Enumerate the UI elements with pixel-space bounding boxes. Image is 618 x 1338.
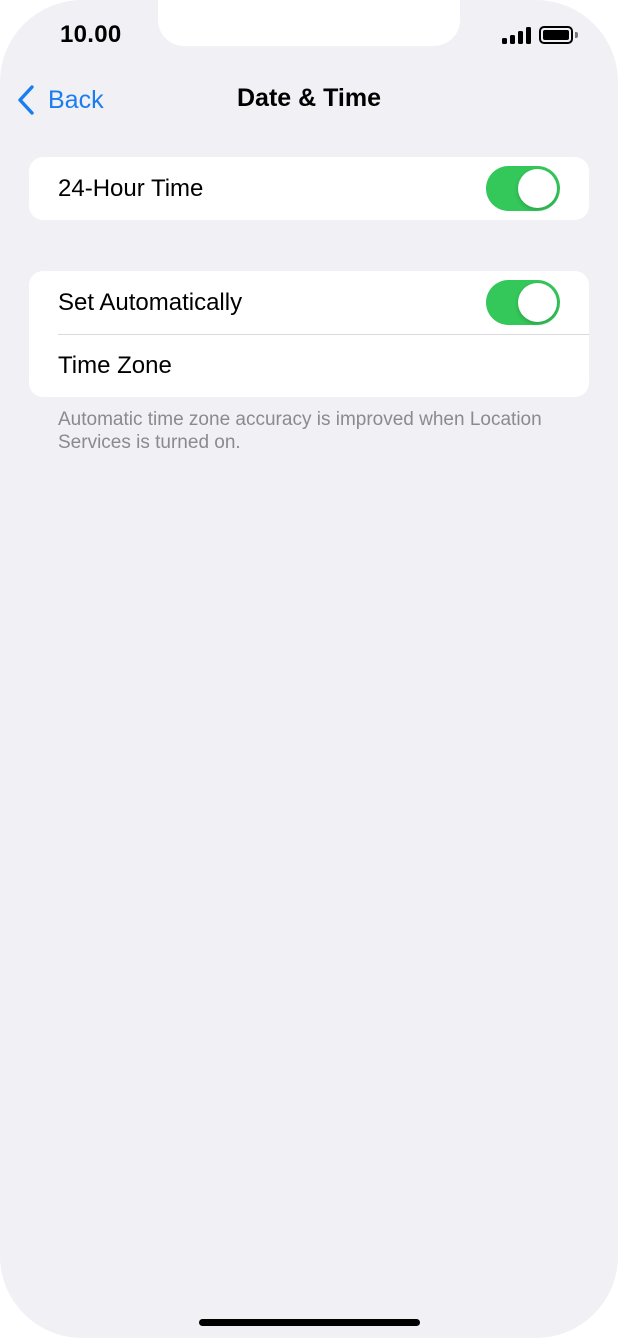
row-24-hour-time: 24-Hour Time xyxy=(29,157,589,220)
row-label-time-zone: Time Zone xyxy=(58,351,172,379)
toggle-knob xyxy=(518,169,557,208)
row-set-automatically: Set Automatically xyxy=(29,271,589,334)
settings-group-automatic: Set Automatically Time Zone xyxy=(29,271,589,397)
battery-full-icon xyxy=(539,26,573,44)
row-label-set-automatically: Set Automatically xyxy=(58,288,243,316)
settings-group-24-hour: 24-Hour Time xyxy=(29,157,589,220)
group-footer-note: Automatic time zone accuracy is improved… xyxy=(58,409,542,453)
page-title: Date & Time xyxy=(236,84,382,112)
status-time: 10.00 xyxy=(60,21,122,48)
toggle-set-automatically[interactable] xyxy=(486,280,560,325)
device-notch xyxy=(158,0,460,46)
toggle-24-hour-time[interactable] xyxy=(486,166,560,211)
phone-screen: 10.00 Back Date & Time 24-Hour Time Set … xyxy=(0,0,618,1338)
toggle-knob xyxy=(518,283,557,322)
row-label-24-hour-time: 24-Hour Time xyxy=(58,174,204,202)
home-indicator[interactable] xyxy=(199,1319,420,1326)
battery-cap xyxy=(575,32,578,38)
signal-bars-icon xyxy=(502,27,532,44)
row-time-zone[interactable]: Time Zone xyxy=(29,334,589,397)
